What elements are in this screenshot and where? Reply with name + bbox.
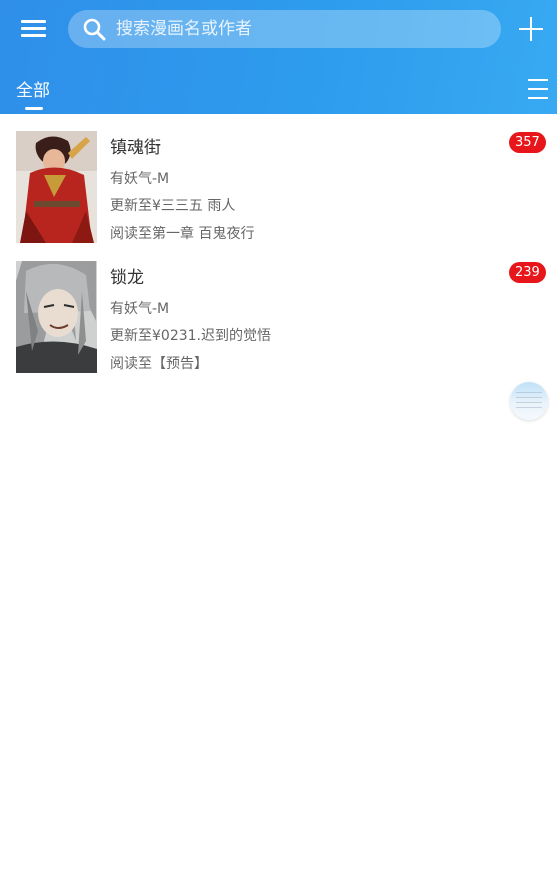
latest-chapter: 更新至¥三三五 雨人 <box>110 198 236 214</box>
list-item[interactable]: 镇魂街 有妖气-M 更新至¥三三五 雨人 阅读至第一章 百鬼夜行 357 <box>0 131 557 253</box>
reading-progress: 阅读至【预告】 <box>110 356 208 372</box>
hamburger-icon <box>21 34 46 37</box>
hamburger-icon <box>21 27 46 30</box>
comic-cover <box>16 131 97 243</box>
search-icon <box>83 18 106 41</box>
hamburger-icon <box>21 20 46 23</box>
tab-all[interactable]: 全部 <box>16 76 50 101</box>
reading-progress: 阅读至第一章 百鬼夜行 <box>110 226 255 242</box>
comic-title: 锁龙 <box>110 268 144 288</box>
comic-author: 有妖气-M <box>110 301 170 317</box>
search-input[interactable] <box>116 10 486 48</box>
app-header: 全部 <box>0 0 557 114</box>
comic-cover <box>16 261 97 373</box>
comic-title: 镇魂街 <box>110 138 161 158</box>
add-button[interactable] <box>515 14 547 46</box>
menu-button[interactable] <box>14 12 54 46</box>
tab-indicator <box>25 107 43 110</box>
list-item[interactable]: 锁龙 有妖气-M 更新至¥0231.迟到的觉悟 阅读至【预告】 239 <box>0 261 557 383</box>
list-icon[interactable] <box>527 77 549 101</box>
search-bar[interactable] <box>68 10 501 48</box>
latest-chapter: 更新至¥0231.迟到的觉悟 <box>110 328 271 344</box>
floating-menu-icon[interactable] <box>510 382 548 420</box>
comic-author: 有妖气-M <box>110 171 170 187</box>
update-count-badge: 239 <box>509 262 546 283</box>
update-count-badge: 357 <box>509 132 546 153</box>
